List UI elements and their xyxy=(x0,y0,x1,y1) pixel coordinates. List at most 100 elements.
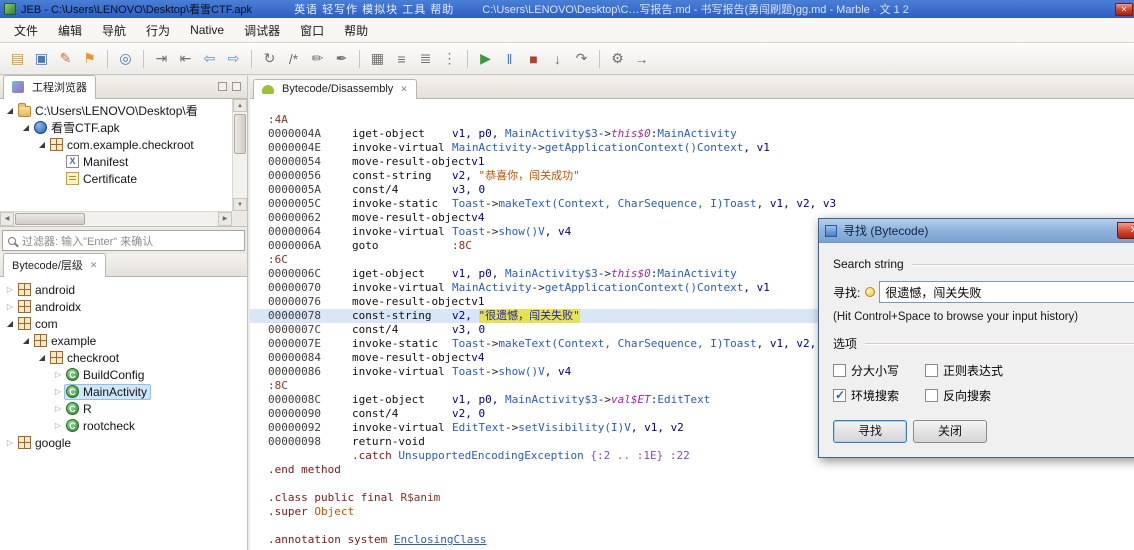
nav-forward-icon[interactable]: ⇨ xyxy=(222,47,245,70)
menu-item-5[interactable]: Native xyxy=(180,19,234,41)
checkbox-box[interactable] xyxy=(833,364,846,377)
menu-item-7[interactable]: 窗口 xyxy=(290,18,334,43)
code-line[interactable] xyxy=(250,477,1134,491)
edit-script-icon[interactable]: ✎ xyxy=(54,47,77,70)
tree-item[interactable]: ▷ BuildConfig xyxy=(0,366,247,383)
edit-document-icon[interactable]: ✒ xyxy=(330,47,353,70)
code-line[interactable]: .class public final R$anim xyxy=(250,491,1134,505)
expander-icon[interactable]: ▷ xyxy=(4,302,16,311)
nav-back-icon[interactable]: ⇦ xyxy=(198,47,221,70)
tree-item[interactable]: ◢ com xyxy=(0,315,247,332)
browser-icon[interactable]: ◎ xyxy=(114,47,137,70)
close-window-button[interactable]: ✕ xyxy=(1115,2,1133,16)
tree-item[interactable]: ▷ android xyxy=(0,281,247,298)
project-tree-hscrollbar[interactable]: ◀ ▶ xyxy=(0,211,232,226)
code-line[interactable]: .super Object xyxy=(250,505,1134,519)
scroll-down-arrow[interactable]: ▼ xyxy=(233,198,247,211)
scroll-left-arrow[interactable]: ◀ xyxy=(0,212,14,226)
code-line[interactable] xyxy=(250,519,1134,533)
dialog-close-button[interactable]: ✕ xyxy=(1117,222,1134,239)
expander-icon[interactable]: ▷ xyxy=(52,404,64,413)
menu-item-3[interactable]: 导航 xyxy=(92,18,136,43)
tree-item[interactable]: ◢ C:\Users\LENOVO\Desktop\看 xyxy=(0,102,231,119)
jump-into-icon[interactable]: ⇥ xyxy=(150,47,173,70)
code-line[interactable]: 0000005C invoke-static Toast -> makeText(Con… xyxy=(250,197,1134,211)
save-icon[interactable]: ▣ xyxy=(30,47,53,70)
tree-item[interactable]: ◢ 看雪CTF.apk xyxy=(0,119,231,136)
scroll-up-arrow[interactable]: ▲ xyxy=(233,99,247,112)
tree-item[interactable]: Certificate xyxy=(0,170,231,187)
project-tree-vscrollbar[interactable]: ▲ ▼ xyxy=(232,99,247,211)
expander-icon[interactable]: ◢ xyxy=(36,140,48,149)
vscrollbar-thumb[interactable] xyxy=(234,114,246,154)
option-checkbox-3[interactable]: 环境搜索 xyxy=(833,387,925,404)
expander-icon[interactable]: ◢ xyxy=(20,336,32,345)
menu-item-6[interactable]: 调试器 xyxy=(234,18,290,43)
filter-input[interactable]: 过滤器: 输入"Enter" 来确认 xyxy=(2,230,245,251)
checkbox-box[interactable] xyxy=(925,364,938,377)
search-input[interactable] xyxy=(879,281,1134,303)
tree-item[interactable]: ◢ example xyxy=(0,332,247,349)
comment-icon[interactable]: /* xyxy=(282,47,305,70)
tab-project-explorer[interactable]: 工程浏览器 xyxy=(3,75,96,99)
detach-icon[interactable]: → xyxy=(630,47,653,70)
tree-item[interactable]: ▷ androidx xyxy=(0,298,247,315)
breakpoint-flag-icon[interactable]: ⚑ xyxy=(78,47,101,70)
tree-item[interactable]: ▷ rootcheck xyxy=(0,417,247,434)
expander-icon[interactable]: ▷ xyxy=(4,438,16,447)
menu-item-8[interactable]: 帮助 xyxy=(334,18,378,43)
find-button[interactable]: 寻找 xyxy=(833,420,907,443)
rename-icon[interactable]: ✏ xyxy=(306,47,329,70)
tab-bytecode-disassembly[interactable]: Bytecode/Disassembly ✕ xyxy=(253,79,417,99)
expander-icon[interactable]: ▷ xyxy=(4,285,16,294)
menu-item-2[interactable]: 编辑 xyxy=(48,18,92,43)
tree-item[interactable]: Manifest xyxy=(0,153,231,170)
expander-icon[interactable]: ▷ xyxy=(52,387,64,396)
tree-item[interactable]: ◢ com.example.checkroot xyxy=(0,136,231,153)
option-checkbox-1[interactable]: 分大小写 xyxy=(833,362,925,379)
option-checkbox-2[interactable]: 正则表达式 xyxy=(925,362,1055,379)
step-over-icon[interactable]: ↷ xyxy=(570,47,593,70)
hscrollbar-thumb[interactable] xyxy=(15,213,85,225)
tree-item[interactable]: ▷ google xyxy=(0,434,247,451)
code-line[interactable]: 0000005A const/4 v3, 0 xyxy=(250,183,1134,197)
tree-item[interactable]: ◢ checkroot xyxy=(0,349,247,366)
hierarchy-view-icon[interactable]: ≣ xyxy=(414,47,437,70)
option-checkbox-4[interactable]: 反向搜索 xyxy=(925,387,1055,404)
close-tab-icon[interactable]: ✕ xyxy=(400,84,408,95)
scroll-right-arrow[interactable]: ▶ xyxy=(218,212,232,226)
tree-view-icon[interactable]: ≡ xyxy=(390,47,413,70)
debug-pause-icon[interactable]: ‖ xyxy=(498,47,521,70)
menu-item-1[interactable]: 文件 xyxy=(4,18,48,43)
tree-item[interactable]: ▷ MainActivity xyxy=(0,383,247,400)
tree-item[interactable]: ▷R xyxy=(0,400,247,417)
sequence-view-icon[interactable]: ⋮ xyxy=(438,47,461,70)
debug-start-icon[interactable]: ▶ xyxy=(474,47,497,70)
code-line[interactable]: 0000004A iget-object v1, p0, MainActivity$… xyxy=(250,127,1134,141)
table-view-icon[interactable]: ▦ xyxy=(366,47,389,70)
close-button[interactable]: 关闭 xyxy=(913,420,987,443)
expander-icon[interactable]: ▷ xyxy=(52,421,64,430)
debug-stop-icon[interactable]: ■ xyxy=(522,47,545,70)
expander-icon[interactable]: ◢ xyxy=(20,123,32,132)
close-tab-icon[interactable]: ✕ xyxy=(90,260,98,271)
decompile-icon[interactable]: ↻ xyxy=(258,47,281,70)
expander-icon[interactable]: ◢ xyxy=(36,353,48,362)
minimize-view-button[interactable] xyxy=(218,82,227,91)
step-into-icon[interactable]: ↓ xyxy=(546,47,569,70)
code-line[interactable]: 0000004E invoke-virtual MainActivity -> getA… xyxy=(250,141,1134,155)
code-line[interactable]: :4A xyxy=(250,113,1134,127)
checkbox-box[interactable] xyxy=(925,389,938,402)
code-line[interactable]: .annotation system EnclosingClass xyxy=(250,533,1134,547)
maximize-view-button[interactable] xyxy=(232,82,241,91)
expander-icon[interactable]: ◢ xyxy=(4,106,16,115)
tab-bytecode-hierarchy[interactable]: Bytecode/层级 ✕ xyxy=(3,253,107,277)
jump-out-icon[interactable]: ⇤ xyxy=(174,47,197,70)
expander-icon[interactable]: ▷ xyxy=(52,370,64,379)
dialog-title-bar[interactable]: 寻找 (Bytecode) ✕ xyxy=(819,219,1134,243)
settings-gear-icon[interactable]: ⚙ xyxy=(606,47,629,70)
checkbox-box[interactable] xyxy=(833,388,846,402)
open-project-icon[interactable]: ▤ xyxy=(6,47,29,70)
code-line[interactable]: 00000056 const-string v2, "恭喜你，闯关成功" xyxy=(250,169,1134,183)
expander-icon[interactable]: ◢ xyxy=(4,319,16,328)
